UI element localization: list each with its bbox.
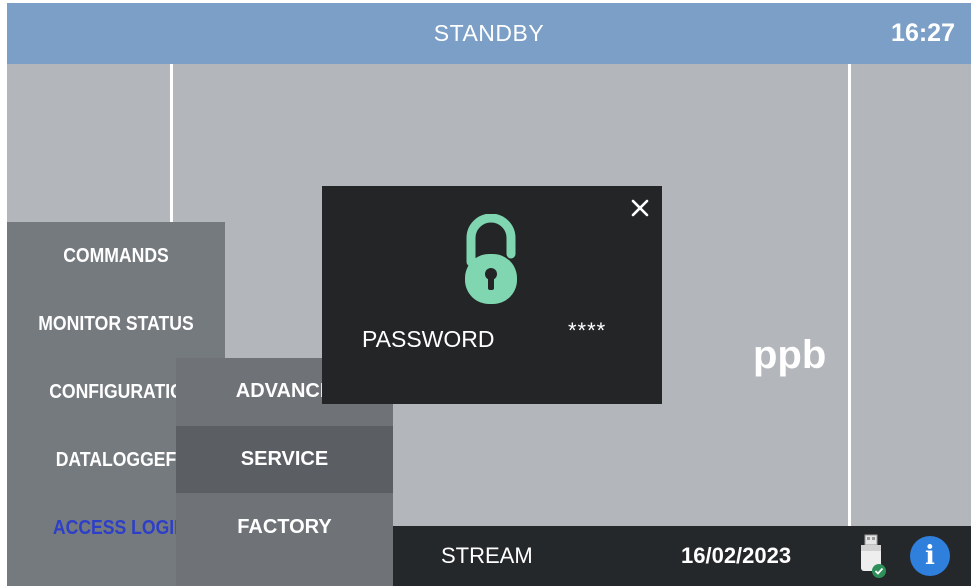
measurement-unit: ppb — [753, 333, 827, 377]
status-title: STANDBY — [433, 20, 545, 46]
device-screen: STANDBY 16:27 ppb COMMANDS MONITOR STATU… — [7, 3, 971, 586]
password-field[interactable]: **** — [568, 318, 606, 344]
close-icon[interactable] — [628, 196, 652, 220]
password-dialog: PASSWORD **** — [322, 186, 662, 404]
clock: 16:27 — [891, 19, 955, 47]
menu-item-monitor-status[interactable]: MONITOR STATUS — [20, 290, 212, 358]
unlocked-padlock-icon — [465, 214, 517, 304]
divider-line — [848, 64, 851, 526]
menu-item-commands[interactable]: COMMANDS — [20, 222, 212, 290]
bottom-status-bar: STREAM 16/02/2023 i — [393, 526, 971, 586]
password-label: PASSWORD — [362, 326, 495, 352]
stream-label[interactable]: STREAM — [441, 526, 533, 586]
header-bar: STANDBY 16:27 — [7, 3, 971, 64]
submenu-item-factory[interactable]: FACTORY — [176, 494, 393, 561]
divider-line — [170, 64, 173, 224]
info-icon: i — [925, 541, 935, 571]
info-button[interactable]: i — [910, 536, 950, 576]
usb-drive-ok-icon — [861, 534, 886, 578]
submenu-item-service[interactable]: SERVICE — [176, 426, 393, 493]
date-display: 16/02/2023 — [681, 543, 792, 568]
